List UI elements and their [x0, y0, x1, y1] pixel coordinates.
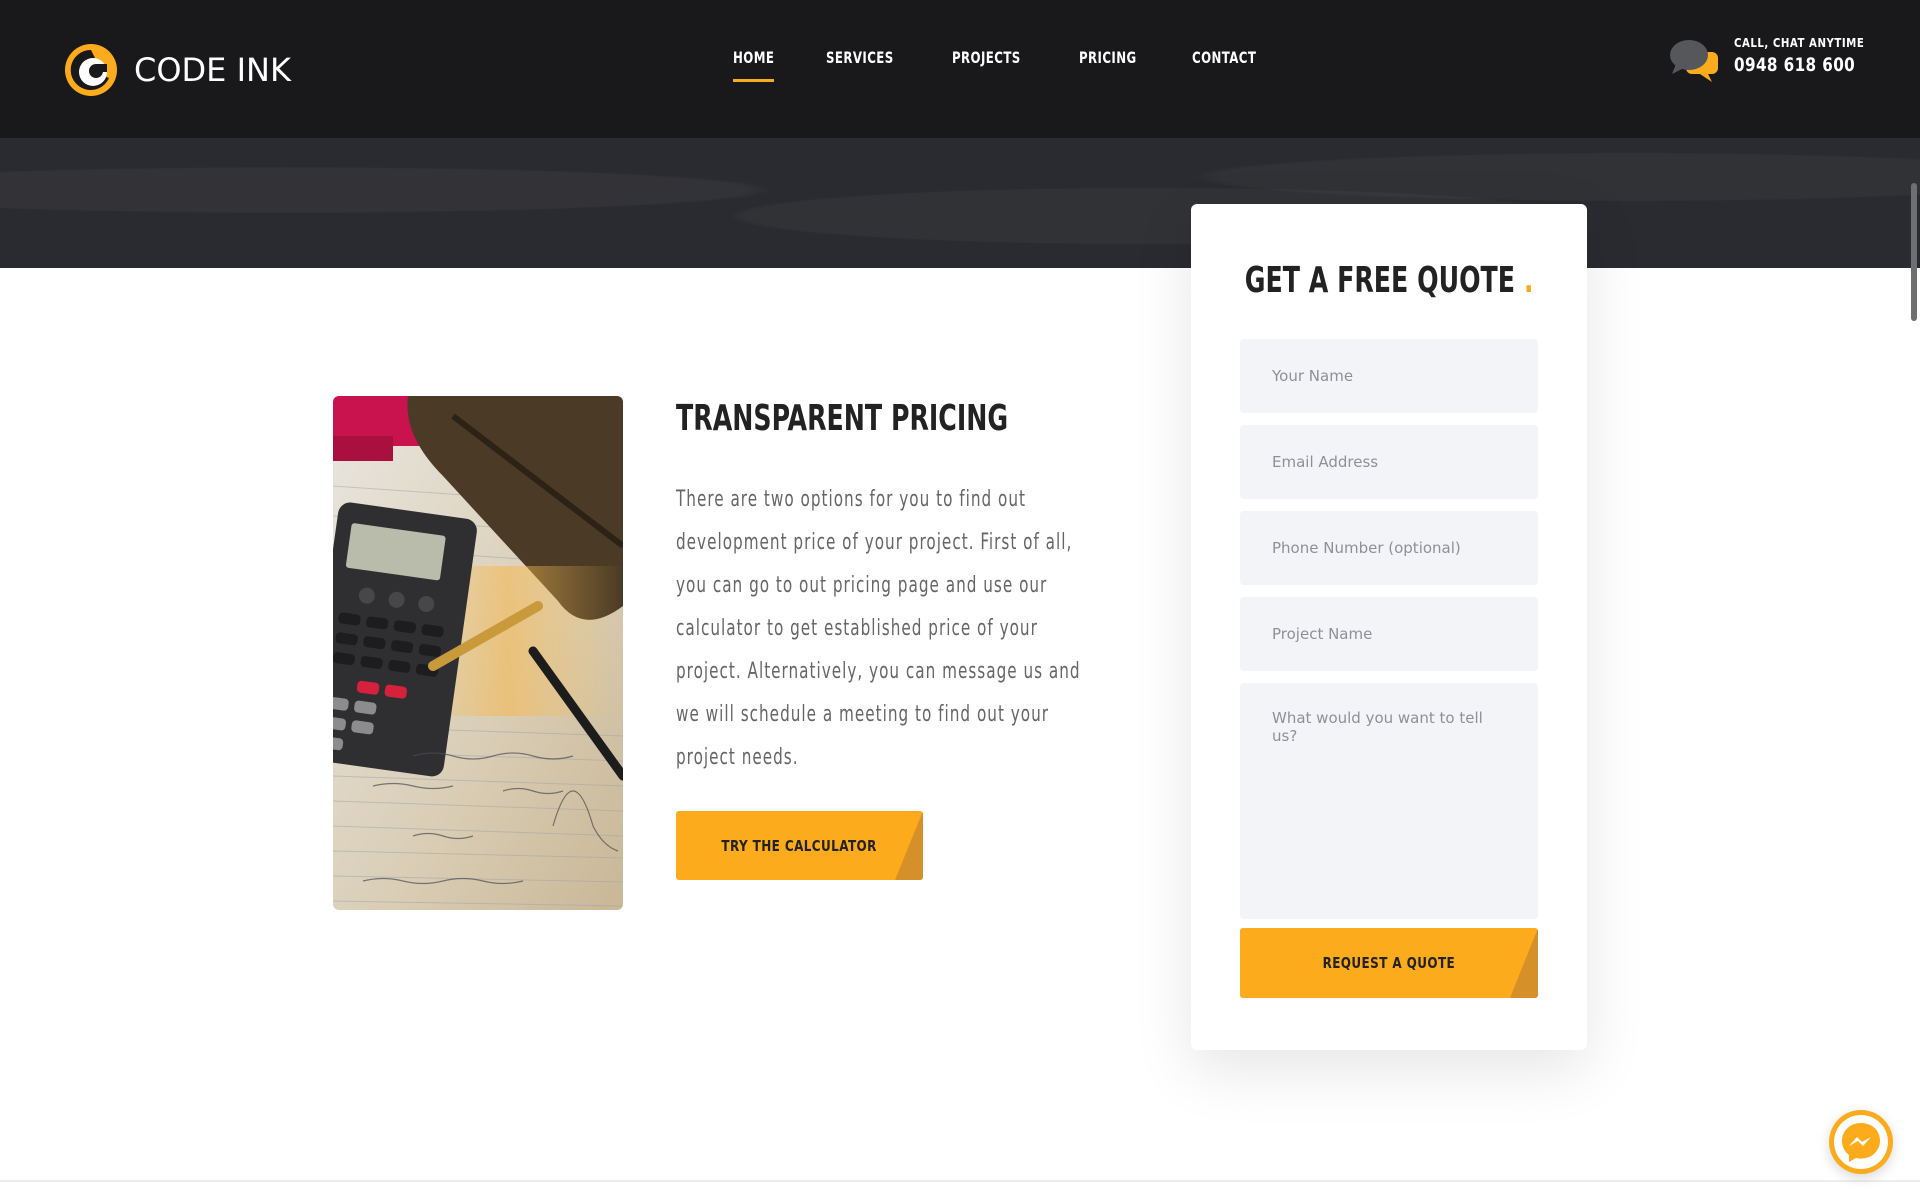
- nav-item-home[interactable]: HOME: [733, 48, 775, 84]
- chat-bubbles-icon: [1670, 40, 1718, 82]
- request-quote-button[interactable]: REQUEST A QUOTE: [1240, 928, 1538, 998]
- site-header: CODE INK HOME SERVICES PROJECTS PRICING …: [0, 0, 1920, 138]
- nav-item-contact[interactable]: CONTACT: [1192, 48, 1256, 84]
- logo[interactable]: CODE INK: [63, 42, 291, 98]
- quote-title-dot: .: [1523, 260, 1534, 301]
- pricing-description: There are two options for you to find ou…: [676, 487, 1081, 770]
- pricing-photo: [333, 396, 623, 910]
- try-calculator-button[interactable]: TRY THE CALCULATOR: [676, 811, 923, 880]
- nav-item-services[interactable]: SERVICES: [826, 48, 894, 84]
- try-calculator-label: TRY THE CALCULATOR: [721, 836, 878, 855]
- hero-banner: [0, 138, 1920, 268]
- project-name-field[interactable]: [1240, 597, 1538, 671]
- contact-phone[interactable]: 0948 618 600: [1734, 54, 1857, 76]
- request-quote-label: REQUEST A QUOTE: [1322, 954, 1456, 972]
- email-field[interactable]: [1240, 425, 1538, 499]
- quote-form-card: GET A FREE QUOTE . REQUEST A QUOTE: [1191, 204, 1587, 1050]
- brand-name: CODE INK: [134, 51, 291, 89]
- quote-title-text: GET A FREE QUOTE: [1244, 260, 1515, 301]
- name-field[interactable]: [1240, 339, 1538, 413]
- logo-mark-icon: [65, 44, 117, 96]
- message-field[interactable]: [1240, 683, 1538, 919]
- messenger-chat-button[interactable]: [1829, 1110, 1893, 1174]
- main-nav: HOME SERVICES PROJECTS PRICING CONTACT: [733, 48, 1314, 84]
- contact-widget[interactable]: CALL, CHAT ANYTIME 0948 618 600: [1670, 36, 1887, 84]
- pricing-title: TRANSPARENT PRICING: [676, 398, 1009, 439]
- nav-item-pricing[interactable]: PRICING: [1079, 48, 1137, 84]
- nav-item-projects[interactable]: PROJECTS: [952, 48, 1021, 84]
- button-corner-decoration: [895, 811, 923, 880]
- quote-form-title: GET A FREE QUOTE .: [1191, 260, 1587, 301]
- contact-caption: CALL, CHAT ANYTIME: [1734, 36, 1865, 50]
- button-corner-decoration: [1510, 928, 1538, 998]
- messenger-icon: [1834, 1115, 1888, 1169]
- phone-field[interactable]: [1240, 511, 1538, 585]
- scrollbar-thumb[interactable]: [1911, 183, 1917, 321]
- section-divider: [0, 1180, 1920, 1182]
- calculator-photo-image: [333, 396, 623, 910]
